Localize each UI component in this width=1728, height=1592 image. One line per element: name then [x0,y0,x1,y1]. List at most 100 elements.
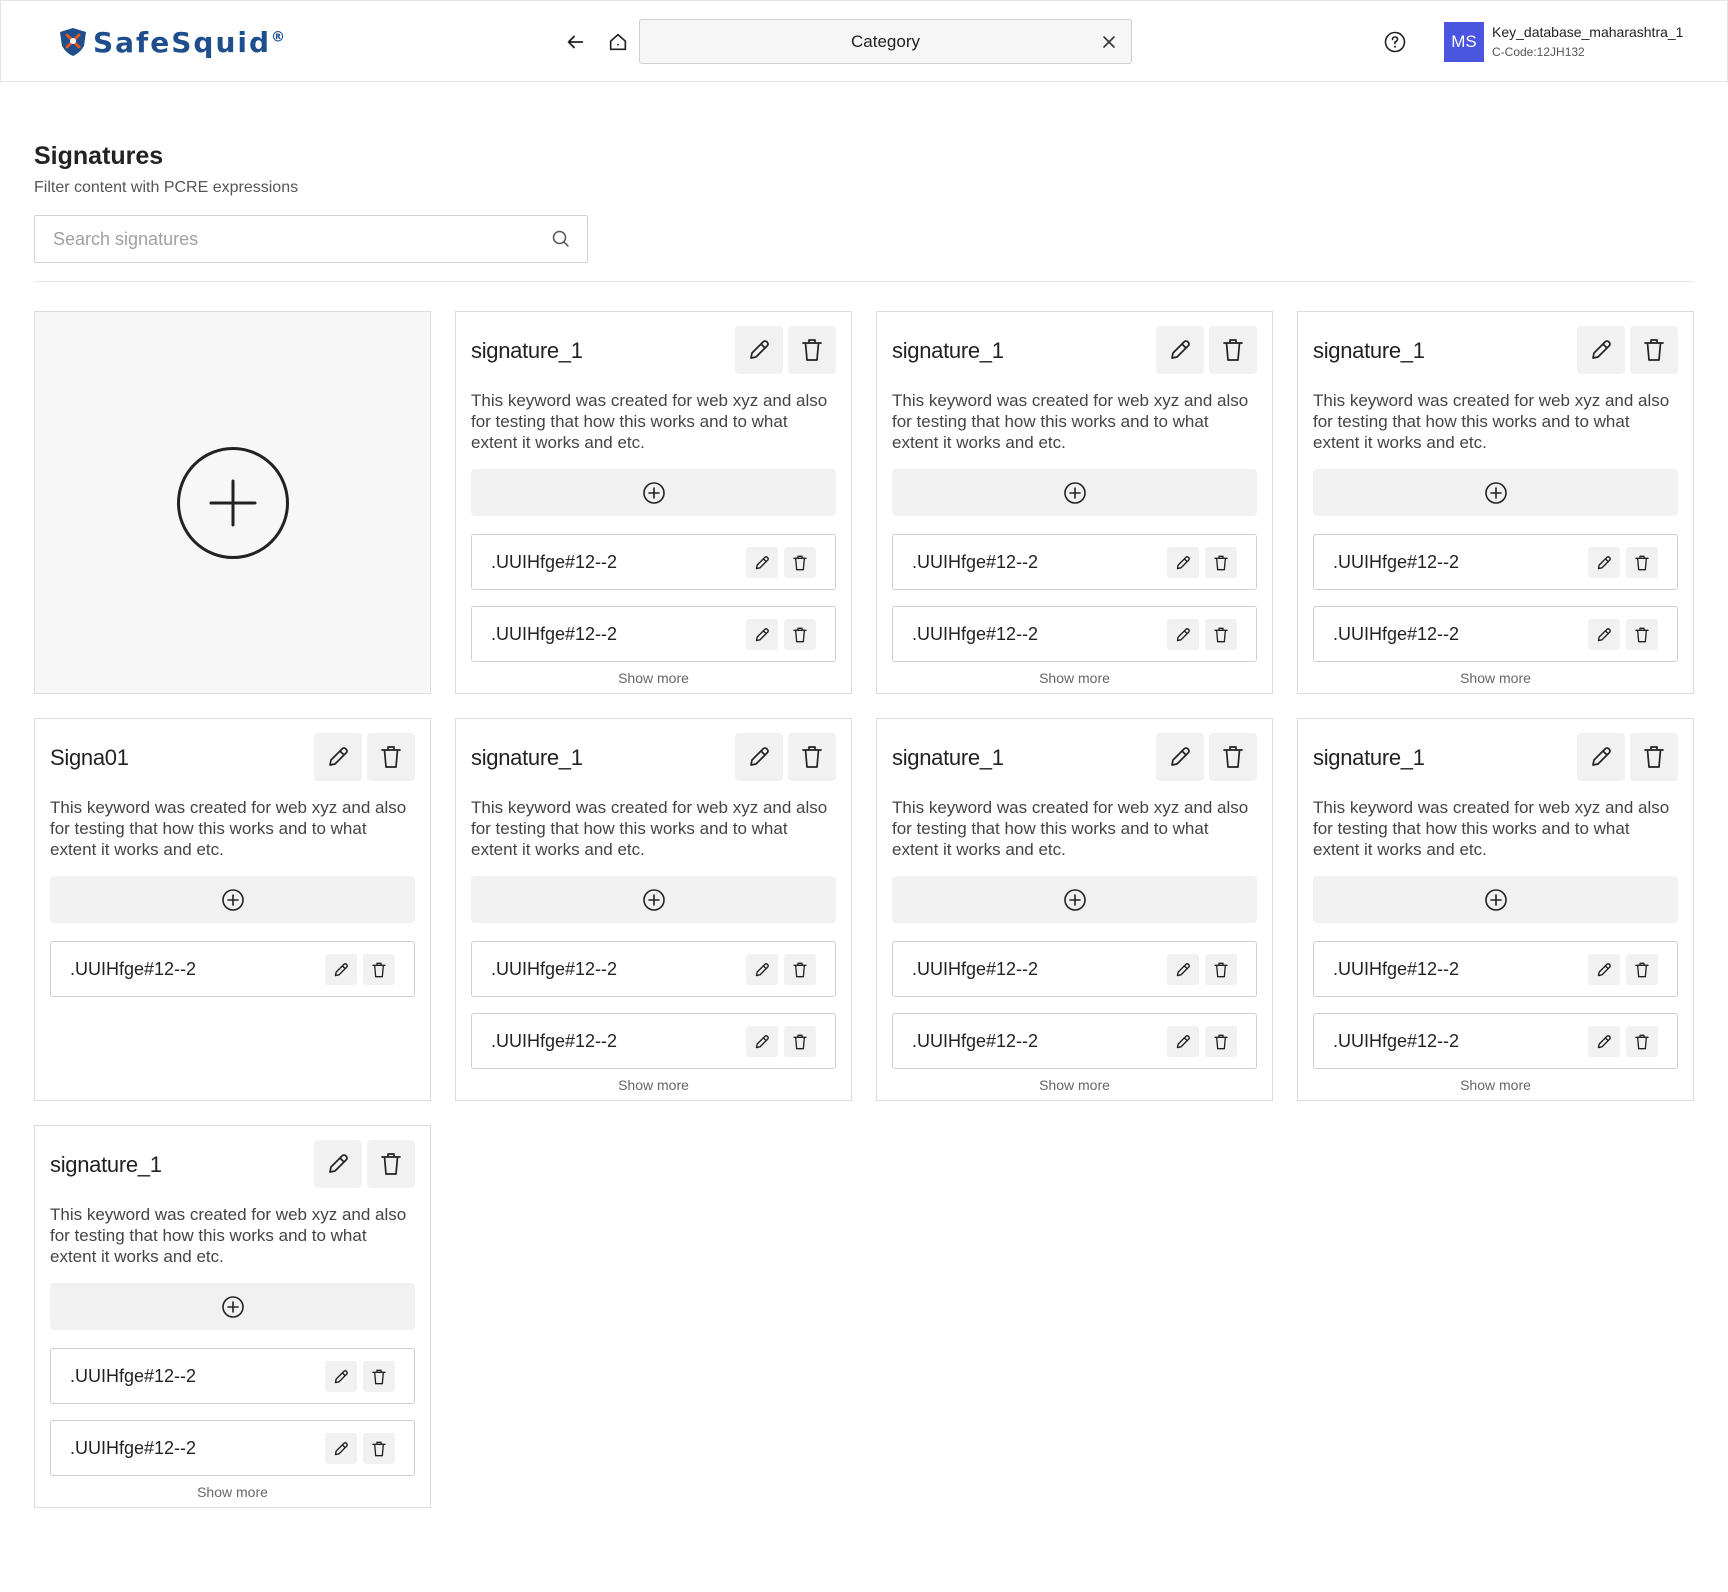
delete-expression-button[interactable] [1205,954,1237,985]
edit-signature-button[interactable] [314,1140,362,1188]
user-code: C-Code:12JH132 [1492,45,1585,59]
pencil-icon [1176,962,1190,976]
signature-title: signature_1 [471,745,583,770]
add-signature-card[interactable] [34,311,431,694]
pencil-icon [750,340,769,359]
edit-signature-button[interactable] [1577,326,1625,374]
pencil-icon [1176,627,1190,641]
edit-expression-button[interactable] [325,1433,357,1464]
expression-text: .UUIHfge#12--2 [491,624,618,644]
signature-card: signature_1 This keyword was created for… [455,718,852,1101]
delete-expression-button[interactable] [1205,619,1237,650]
delete-signature-button[interactable] [1630,733,1678,781]
edit-signature-button[interactable] [314,733,362,781]
trash-icon [802,746,822,768]
delete-expression-button[interactable] [784,1026,816,1057]
edit-expression-button[interactable] [1167,619,1199,650]
delete-expression-button[interactable] [784,547,816,578]
delete-expression-button[interactable] [784,619,816,650]
help-button[interactable] [1381,28,1409,56]
home-button[interactable] [603,27,633,57]
edit-expression-button[interactable] [746,547,778,578]
expression-text: .UUIHfge#12--2 [912,624,1039,644]
delete-expression-button[interactable] [1626,1026,1658,1057]
edit-signature-button[interactable] [1156,733,1204,781]
edit-expression-button[interactable] [1167,954,1199,985]
edit-expression-button[interactable] [1167,1026,1199,1057]
edit-expression-button[interactable] [746,954,778,985]
expression-text: .UUIHfge#12--2 [491,552,618,572]
add-expression-button[interactable] [471,469,836,516]
edit-expression-button[interactable] [746,1026,778,1057]
edit-expression-button[interactable] [1588,954,1620,985]
delete-expression-button[interactable] [363,1433,395,1464]
search-input[interactable] [53,216,533,262]
delete-signature-button[interactable] [1209,326,1257,374]
expression-entry: .UUIHfge#12--2 [1313,534,1678,590]
show-more-link[interactable]: Show more [456,670,851,686]
edit-expression-button[interactable] [746,619,778,650]
delete-signature-button[interactable] [788,733,836,781]
trash-icon [1644,746,1664,768]
pencil-icon [329,747,348,766]
delete-signature-button[interactable] [367,733,415,781]
edit-signature-button[interactable] [735,733,783,781]
delete-expression-button[interactable] [1626,547,1658,578]
add-expression-button[interactable] [1313,876,1678,923]
safesquid-logo[interactable]: SafeSquid® [57,23,287,61]
delete-signature-button[interactable] [1209,733,1257,781]
add-expression-button[interactable] [1313,469,1678,516]
tab-close-button[interactable] [1097,30,1121,54]
trash-icon [1223,339,1243,361]
expression-text: .UUIHfge#12--2 [70,1438,197,1458]
edit-expression-button[interactable] [325,1361,357,1392]
add-expression-button[interactable] [471,876,836,923]
signature-grid: signature_1 This keyword was created for… [34,311,1694,1508]
expression-text: .UUIHfge#12--2 [70,1366,197,1386]
trash-icon [381,746,401,768]
add-expression-button[interactable] [50,1283,415,1330]
delete-expression-button[interactable] [363,954,395,985]
signature-description: This keyword was created for web xyz and… [892,391,1249,452]
delete-signature-button[interactable] [1630,326,1678,374]
plus-circle-icon [176,446,289,559]
edit-expression-button[interactable] [1167,547,1199,578]
plus-circle-icon [221,1295,244,1318]
search-icon[interactable] [551,229,571,249]
edit-expression-button[interactable] [1588,619,1620,650]
show-more-link[interactable]: Show more [1298,670,1693,686]
show-more-link[interactable]: Show more [1298,1077,1693,1093]
signature-card: signature_1 This keyword was created for… [876,718,1273,1101]
edit-expression-button[interactable] [1588,1026,1620,1057]
delete-signature-button[interactable] [788,326,836,374]
expression-entry: .UUIHfge#12--2 [471,606,836,662]
delete-expression-button[interactable] [1626,954,1658,985]
show-more-link[interactable]: Show more [877,670,1272,686]
delete-expression-button[interactable] [784,954,816,985]
delete-expression-button[interactable] [1626,619,1658,650]
trash-icon [381,1153,401,1175]
delete-expression-button[interactable] [363,1361,395,1392]
add-expression-button[interactable] [50,876,415,923]
search-box [34,215,588,263]
edit-expression-button[interactable] [325,954,357,985]
show-more-link[interactable]: Show more [877,1077,1272,1093]
edit-signature-button[interactable] [1156,326,1204,374]
expression-entry: .UUIHfge#12--2 [1313,941,1678,997]
trash-icon [793,555,807,570]
add-expression-button[interactable] [892,876,1257,923]
plus-circle-icon [1063,888,1086,911]
edit-expression-button[interactable] [1588,547,1620,578]
tab-category[interactable]: Category [639,19,1132,64]
delete-expression-button[interactable] [1205,547,1237,578]
delete-expression-button[interactable] [1205,1026,1237,1057]
add-expression-button[interactable] [892,469,1257,516]
trash-icon [1644,339,1664,361]
delete-signature-button[interactable] [367,1140,415,1188]
back-button[interactable] [560,27,590,57]
show-more-link[interactable]: Show more [35,1484,430,1500]
edit-signature-button[interactable] [735,326,783,374]
edit-signature-button[interactable] [1577,733,1625,781]
show-more-link[interactable]: Show more [456,1077,851,1093]
user-avatar[interactable]: MS [1444,22,1484,62]
